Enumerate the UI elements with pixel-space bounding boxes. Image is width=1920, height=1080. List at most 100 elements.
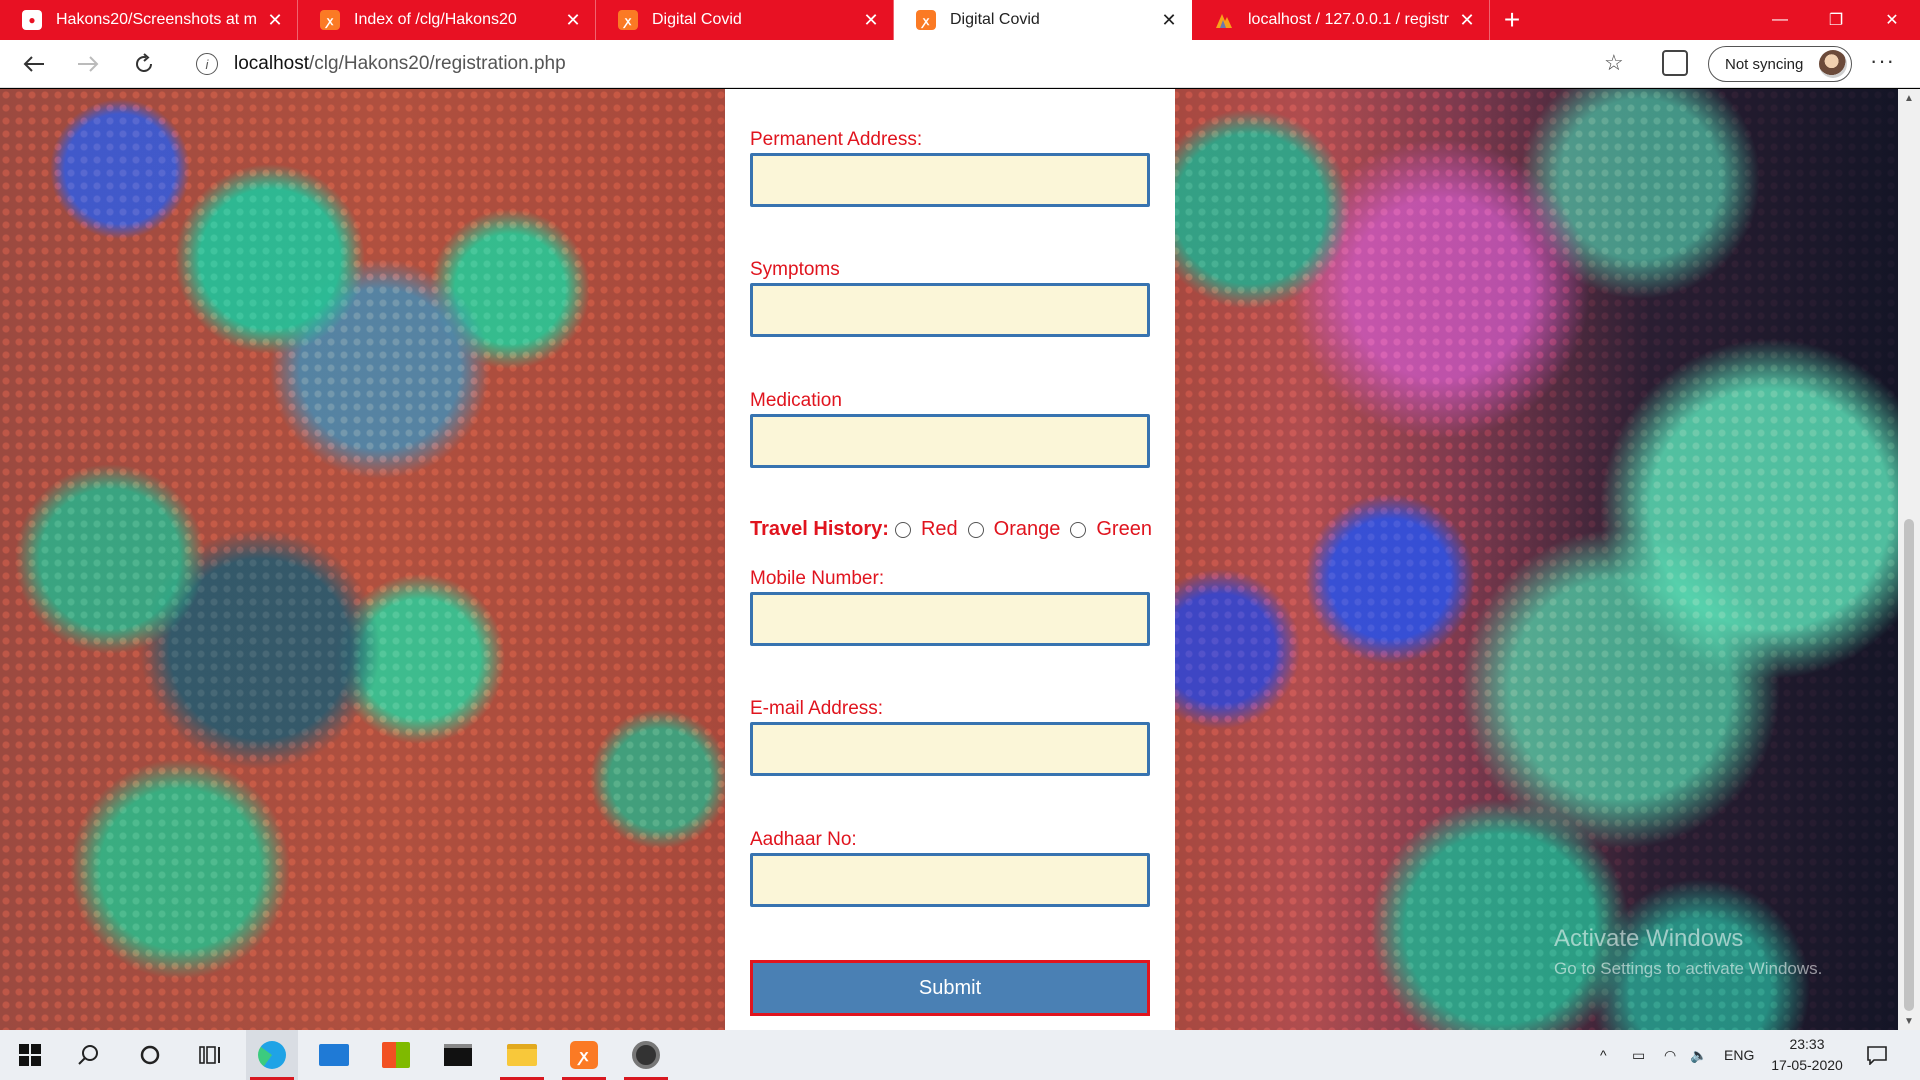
profile-sync-button[interactable]: Not syncing xyxy=(1708,46,1852,82)
submit-button[interactable]: Submit xyxy=(750,960,1150,1016)
favorite-star-icon[interactable]: ☆ xyxy=(1604,50,1624,76)
collections-icon[interactable] xyxy=(1662,50,1688,76)
radio-red-label: Red xyxy=(920,518,958,540)
taskbar-mail[interactable] xyxy=(308,1030,360,1080)
navigation-bar: i localhost/clg/Hakons20/registration.ph… xyxy=(0,40,1920,88)
scroll-up-arrow-icon[interactable]: ▲ xyxy=(1898,89,1920,107)
search-button[interactable] xyxy=(62,1030,114,1080)
tray-chevron-icon[interactable]: ^ xyxy=(1600,1030,1607,1080)
aadhaar-label: Aadhaar No: xyxy=(750,829,857,850)
symptoms-label: Symptoms xyxy=(750,259,840,280)
site-info-icon[interactable]: i xyxy=(196,53,218,75)
tab-title: Index of /clg/Hakons20 xyxy=(354,11,517,28)
forward-arrow-icon xyxy=(78,56,99,72)
restore-button[interactable]: ❐ xyxy=(1808,0,1864,40)
task-view-icon xyxy=(199,1046,220,1064)
medication-input[interactable] xyxy=(750,414,1150,468)
radio-orange[interactable] xyxy=(967,521,984,538)
url-path: /clg/Hakons20/registration.php xyxy=(309,53,566,74)
terminal-icon xyxy=(444,1044,472,1066)
email-input[interactable] xyxy=(750,722,1150,776)
watermark-subtitle: Go to Settings to activate Windows. xyxy=(1554,959,1823,978)
close-icon[interactable]: ✕ xyxy=(563,10,583,31)
minimize-button[interactable]: — xyxy=(1752,0,1808,40)
xampp-icon: ꭗ xyxy=(570,1041,598,1069)
page-viewport: Permanent Address: Symptoms Medication T… xyxy=(0,89,1920,1030)
tab-title: Hakons20/Screenshots at master xyxy=(56,11,257,28)
travel-history-group: Travel History: Red Orange Green xyxy=(750,518,1162,541)
volume-icon[interactable]: 🔈 xyxy=(1690,1030,1707,1080)
permanent-address-input[interactable] xyxy=(750,153,1150,207)
taskbar-terminal[interactable] xyxy=(432,1030,484,1080)
start-button[interactable] xyxy=(4,1030,56,1080)
symptoms-input[interactable] xyxy=(750,283,1150,337)
tab-title: localhost / 127.0.0.1 / registration xyxy=(1248,11,1449,28)
taskbar-obs[interactable] xyxy=(620,1030,672,1080)
mail-icon xyxy=(319,1044,349,1066)
back-button[interactable] xyxy=(18,48,50,80)
search-icon xyxy=(78,1045,98,1065)
cortana-icon xyxy=(140,1045,160,1065)
travel-history-label: Travel History: xyxy=(750,518,889,540)
task-view-button[interactable] xyxy=(184,1030,236,1080)
tab-title: Digital Covid xyxy=(950,11,1040,28)
forward-button[interactable] xyxy=(72,48,104,80)
mobile-number-label: Mobile Number: xyxy=(750,568,885,589)
taskbar-edge[interactable] xyxy=(246,1030,298,1080)
avatar xyxy=(1819,50,1847,78)
scrollbar-thumb[interactable] xyxy=(1904,519,1914,1011)
tab-digital-covid-active[interactable]: ꭗ Digital Covid ✕ xyxy=(894,0,1192,40)
tab-title: Digital Covid xyxy=(652,11,742,28)
refresh-icon xyxy=(136,53,152,72)
taskbar-explorer[interactable] xyxy=(496,1030,548,1080)
close-icon[interactable]: ✕ xyxy=(265,10,285,31)
xampp-icon: ꭗ xyxy=(618,10,638,30)
vertical-scrollbar[interactable]: ▲ ▼ xyxy=(1898,89,1920,1030)
battery-icon[interactable]: ▭ xyxy=(1632,1030,1645,1080)
wifi-icon[interactable]: ◠ xyxy=(1664,1030,1676,1080)
new-tab-button[interactable]: + xyxy=(1490,0,1534,40)
address-bar[interactable]: i localhost/clg/Hakons20/registration.ph… xyxy=(180,46,1630,82)
radio-red[interactable] xyxy=(894,521,911,538)
clock-time: 23:33 xyxy=(1789,1036,1825,1052)
taskbar-store[interactable] xyxy=(370,1030,422,1080)
medication-label: Medication xyxy=(750,390,842,411)
close-icon[interactable]: ✕ xyxy=(1457,10,1477,31)
notification-center-icon[interactable] xyxy=(1866,1030,1888,1080)
tab-github[interactable]: ● Hakons20/Screenshots at master ✕ xyxy=(0,0,298,40)
windows-logo-icon xyxy=(19,1044,41,1066)
close-icon[interactable]: ✕ xyxy=(861,10,881,31)
activation-watermark: Activate Windows Go to Settings to activ… xyxy=(1554,925,1822,979)
folder-icon xyxy=(507,1044,537,1066)
xampp-icon: ꭗ xyxy=(916,10,936,30)
sync-label: Not syncing xyxy=(1725,55,1804,73)
edge-icon xyxy=(258,1041,286,1069)
radio-green[interactable] xyxy=(1070,521,1087,538)
cortana-button[interactable] xyxy=(124,1030,176,1080)
tab-index[interactable]: ꭗ Index of /clg/Hakons20 ✕ xyxy=(298,0,596,40)
url-host: localhost xyxy=(234,53,309,74)
taskbar-xampp[interactable]: ꭗ xyxy=(558,1030,610,1080)
watermark-title: Activate Windows xyxy=(1554,925,1744,952)
mobile-number-input[interactable] xyxy=(750,592,1150,646)
xampp-icon: ꭗ xyxy=(320,10,340,30)
radio-green-label: Green xyxy=(1096,518,1152,540)
aadhaar-input[interactable] xyxy=(750,853,1150,907)
close-icon[interactable]: ✕ xyxy=(1159,10,1179,31)
clock-date: 17-05-2020 xyxy=(1771,1057,1843,1073)
tab-phpmyadmin[interactable]: localhost / 127.0.0.1 / registration ✕ xyxy=(1192,0,1490,40)
email-label: E-mail Address: xyxy=(750,698,884,719)
obs-icon xyxy=(632,1041,660,1069)
language-indicator[interactable]: ENG xyxy=(1724,1030,1754,1080)
store-icon xyxy=(382,1042,410,1068)
clock[interactable]: 23:33 17-05-2020 xyxy=(1762,1034,1852,1076)
phpmyadmin-icon xyxy=(1214,10,1234,30)
refresh-button[interactable] xyxy=(128,48,160,80)
close-window-button[interactable]: ✕ xyxy=(1864,0,1920,40)
tab-strip: ● Hakons20/Screenshots at master ✕ ꭗ Ind… xyxy=(0,0,1920,40)
tab-digital-covid-1[interactable]: ꭗ Digital Covid ✕ xyxy=(596,0,894,40)
taskbar: ꭗ ^ ▭ ◠ 🔈 ENG 23:33 17-05-2020 xyxy=(0,1030,1920,1080)
scroll-down-arrow-icon[interactable]: ▼ xyxy=(1898,1012,1920,1030)
more-menu-icon[interactable]: ··· xyxy=(1870,48,1895,74)
github-icon: ● xyxy=(22,10,42,30)
